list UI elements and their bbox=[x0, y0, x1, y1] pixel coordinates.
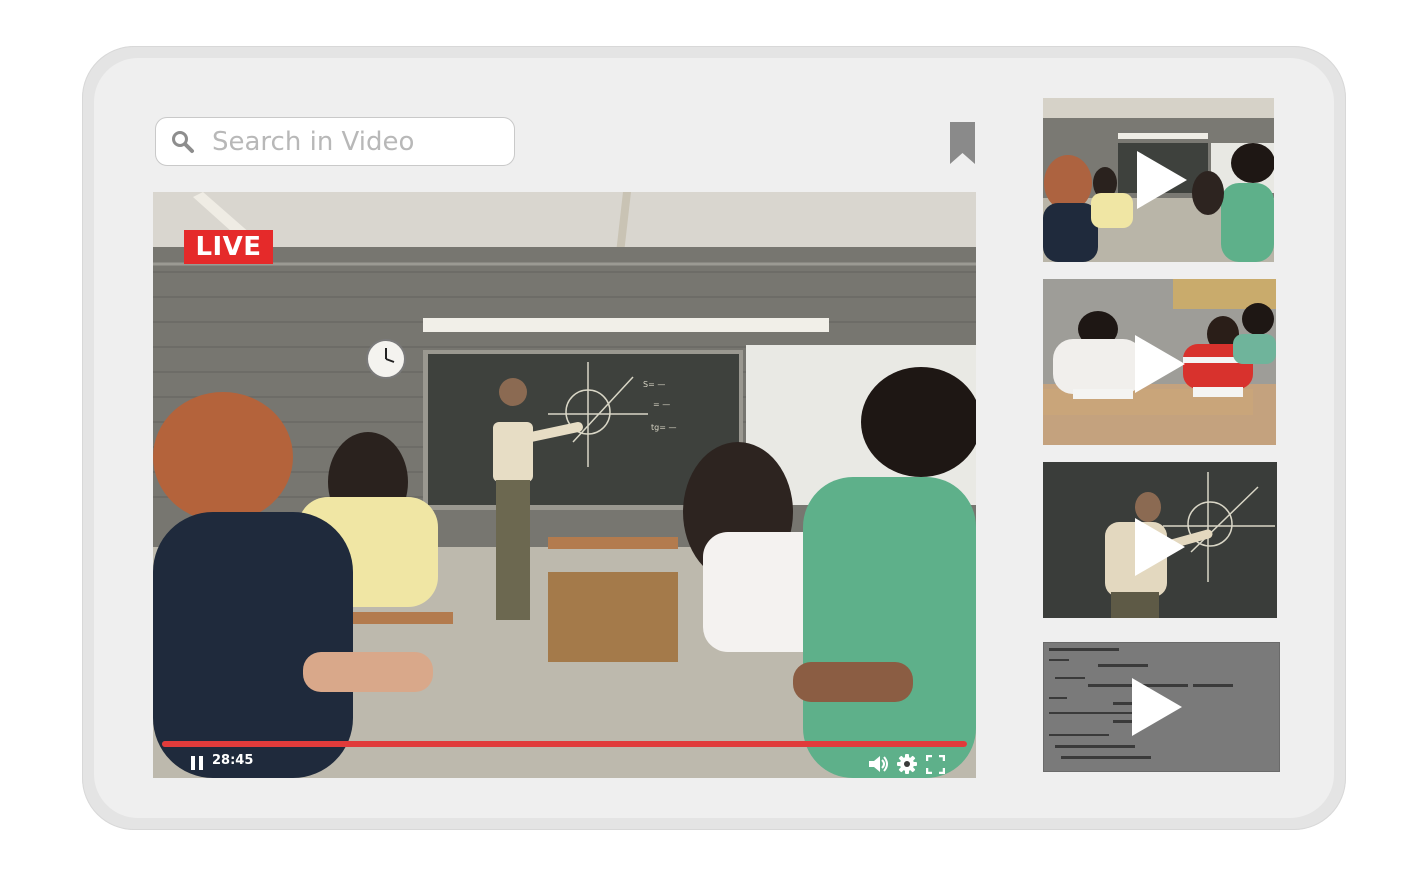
playback-time: 28:45 bbox=[212, 753, 254, 768]
search-bar[interactable] bbox=[155, 117, 515, 166]
video-frame-classroom: S= — = — tg= — bbox=[153, 192, 976, 778]
search-icon bbox=[172, 131, 194, 153]
volume-icon[interactable] bbox=[868, 754, 890, 774]
gear-icon[interactable] bbox=[897, 754, 917, 774]
bookmark-icon[interactable] bbox=[948, 120, 977, 166]
play-icon[interactable] bbox=[1132, 678, 1182, 736]
play-icon[interactable] bbox=[1137, 151, 1187, 209]
svg-text:tg= —: tg= — bbox=[651, 423, 676, 432]
video-thumbnail-4[interactable] bbox=[1043, 642, 1280, 772]
video-thumbnail-2[interactable] bbox=[1043, 279, 1276, 445]
svg-text:S= —: S= — bbox=[643, 380, 665, 389]
video-thumbnail-3[interactable] bbox=[1043, 462, 1277, 618]
live-badge: LIVE bbox=[184, 230, 273, 264]
svg-text:= —: = — bbox=[653, 400, 670, 409]
play-icon[interactable] bbox=[1135, 335, 1185, 393]
fullscreen-icon[interactable] bbox=[926, 755, 945, 774]
play-icon[interactable] bbox=[1135, 518, 1185, 576]
video-player[interactable]: S= — = — tg= — bbox=[153, 192, 976, 778]
progress-fill bbox=[162, 741, 967, 747]
search-input[interactable] bbox=[212, 124, 502, 160]
pause-icon[interactable] bbox=[189, 755, 205, 771]
progress-bar[interactable] bbox=[162, 741, 967, 747]
video-thumbnail-1[interactable] bbox=[1043, 98, 1274, 262]
